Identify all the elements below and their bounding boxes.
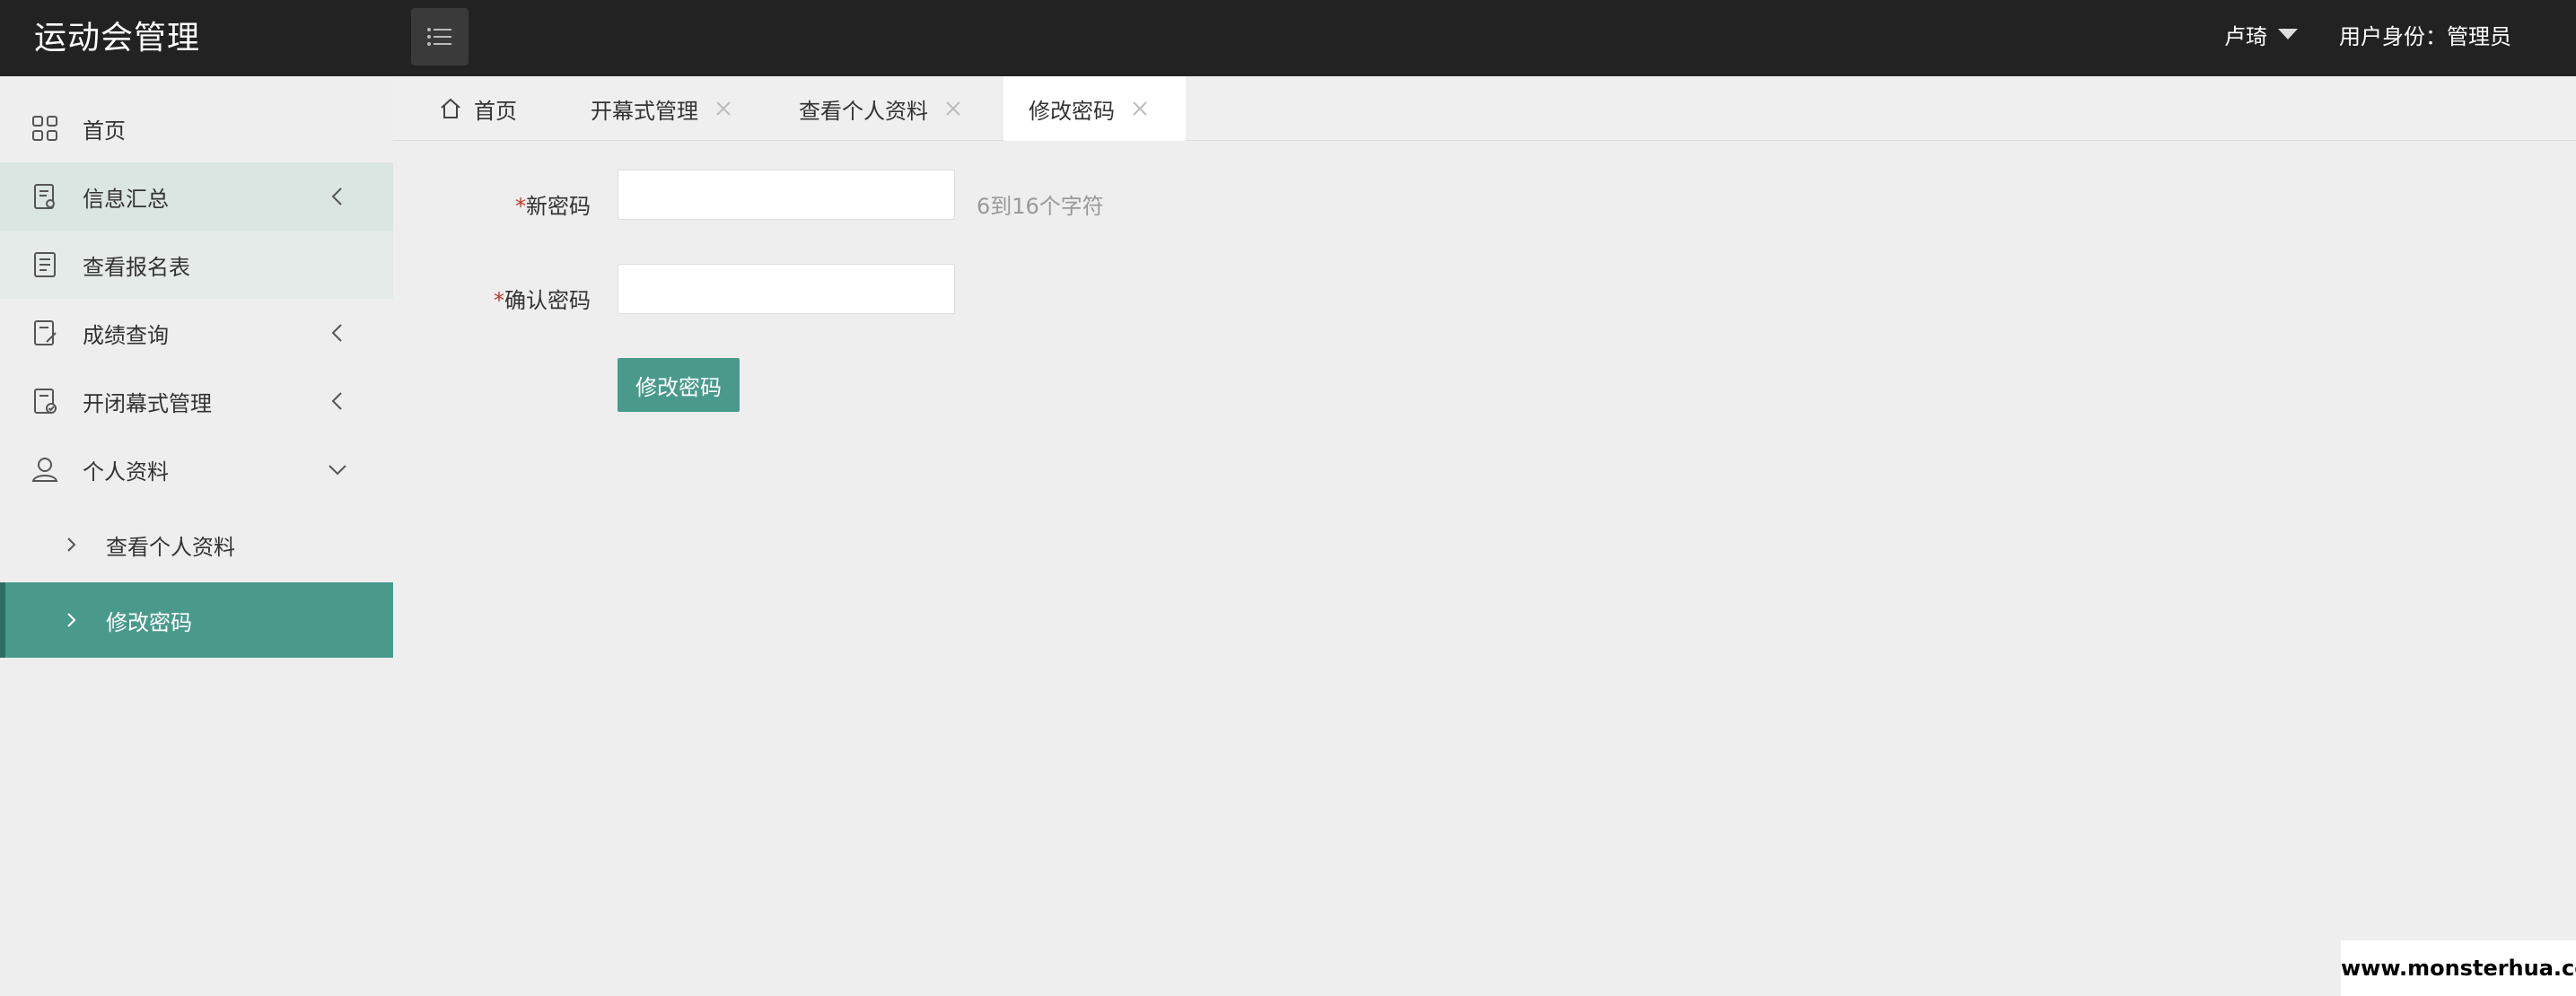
chevron-left-icon bbox=[331, 392, 342, 410]
sidebar-item-label: 开闭幕式管理 bbox=[83, 390, 212, 416]
tab-label: 查看个人资料 bbox=[799, 98, 928, 124]
menu-toggle-button[interactable] bbox=[411, 8, 469, 66]
sidebar-item-label: 信息汇总 bbox=[83, 186, 169, 212]
sidebar-subitem-view-profile[interactable]: 查看个人资料 bbox=[0, 507, 393, 582]
new-password-label: *新密码 bbox=[393, 188, 591, 220]
caret-down-icon bbox=[2278, 29, 2298, 39]
home-icon bbox=[441, 98, 460, 118]
tab-label: 修改密码 bbox=[1029, 98, 1115, 124]
sidebar-item-profile[interactable]: 个人资料 bbox=[0, 435, 393, 503]
new-password-label-text: 新密码 bbox=[526, 194, 591, 219]
sidebar-item-label: 首页 bbox=[83, 118, 126, 144]
sidebar-subitem-label: 修改密码 bbox=[106, 609, 192, 635]
close-icon[interactable] bbox=[714, 100, 732, 118]
sidebar-item-info-summary[interactable]: 信息汇总 bbox=[0, 162, 393, 231]
user-name: 卢琦 bbox=[2224, 24, 2267, 49]
sidebar: 首页 信息汇总 查看报名表 成绩查询 开闭幕式管理 个人资料 查看个人资料 修改… bbox=[0, 76, 393, 996]
sidebar-item-label: 个人资料 bbox=[83, 459, 169, 485]
tab-label: 首页 bbox=[474, 98, 517, 124]
new-password-hint: 6到16个字符 bbox=[977, 194, 1104, 219]
sidebar-subitem-change-password[interactable]: 修改密码 bbox=[0, 582, 393, 658]
user-icon bbox=[31, 458, 58, 482]
chevron-down-icon bbox=[329, 465, 346, 476]
sidebar-item-home[interactable]: 首页 bbox=[0, 94, 393, 162]
document-icon bbox=[34, 184, 55, 209]
edit-document-icon bbox=[34, 320, 57, 345]
tab-label: 开幕式管理 bbox=[591, 98, 698, 124]
grid-icon bbox=[32, 116, 57, 141]
watermark: www.monsterhua.com bbox=[2341, 940, 2576, 996]
top-header: 运动会管理 卢琦 用户身份：管理员 bbox=[0, 0, 2576, 76]
tab-bar: 首页 开幕式管理 查看个人资料 修改密码 bbox=[393, 76, 2576, 141]
tab-view-profile[interactable]: 查看个人资料 bbox=[799, 76, 962, 141]
required-mark: * bbox=[515, 194, 526, 219]
app-title: 运动会管理 bbox=[34, 20, 201, 57]
tab-change-password[interactable]: 修改密码 bbox=[1003, 76, 1186, 141]
required-mark: * bbox=[494, 288, 504, 313]
user-dropdown[interactable]: 卢琦 bbox=[2224, 0, 2298, 76]
confirm-password-label: *确认密码 bbox=[393, 283, 591, 314]
sidebar-item-score-query[interactable]: 成绩查询 bbox=[0, 299, 393, 367]
sidebar-item-label: 查看报名表 bbox=[83, 254, 190, 280]
confirm-password-input[interactable] bbox=[618, 264, 955, 314]
chevron-right-icon bbox=[67, 613, 76, 627]
user-role: 用户身份：管理员 bbox=[2339, 24, 2511, 49]
tab-home[interactable]: 首页 bbox=[438, 76, 517, 141]
close-icon[interactable] bbox=[944, 100, 962, 118]
change-password-submit-button[interactable]: 修改密码 bbox=[618, 358, 740, 412]
new-password-input[interactable] bbox=[618, 170, 955, 220]
list-icon bbox=[427, 28, 451, 46]
check-document-icon bbox=[34, 389, 57, 414]
sidebar-item-ceremony[interactable]: 开闭幕式管理 bbox=[0, 367, 393, 435]
tab-opening-ceremony[interactable]: 开幕式管理 bbox=[591, 76, 732, 141]
sidebar-item-registration[interactable]: 查看报名表 bbox=[0, 231, 393, 299]
chevron-right-icon bbox=[67, 537, 76, 552]
sidebar-item-label: 成绩查询 bbox=[83, 322, 169, 348]
sidebar-subitem-label: 查看个人资料 bbox=[106, 534, 235, 560]
confirm-password-label-text: 确认密码 bbox=[504, 288, 591, 313]
close-icon[interactable] bbox=[1131, 100, 1149, 118]
chevron-left-icon bbox=[331, 188, 342, 205]
form-icon bbox=[34, 252, 56, 277]
chevron-left-icon bbox=[331, 324, 342, 342]
